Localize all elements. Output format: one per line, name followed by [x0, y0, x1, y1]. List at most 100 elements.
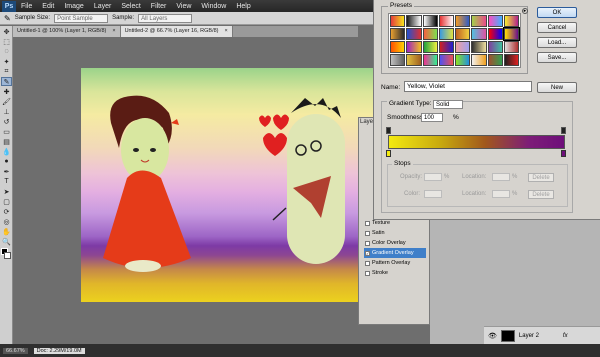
preset-swatch[interactable] [438, 28, 454, 40]
ok-button[interactable]: OK [537, 7, 577, 18]
opacity-stop-left[interactable] [386, 127, 391, 134]
preset-swatch[interactable] [455, 41, 471, 53]
gradient-preview-bar[interactable] [388, 135, 565, 149]
tab-close-icon[interactable]: × [112, 26, 115, 37]
marquee-tool-icon[interactable]: ⬚ [1, 37, 12, 46]
preset-swatch[interactable] [422, 28, 438, 40]
3d-rotate-tool-icon[interactable]: ⟳ [1, 207, 12, 216]
presets-menu-icon[interactable]: ▸ [522, 8, 528, 14]
preset-swatch[interactable] [390, 41, 406, 53]
preset-swatch[interactable] [503, 15, 519, 27]
style-gradient-overlay[interactable]: ✓ Gradient Overlay [364, 248, 426, 258]
blur-tool-icon[interactable]: 💧 [1, 147, 12, 156]
cancel-button[interactable]: Cancel [537, 22, 577, 33]
menu-help[interactable]: Help [231, 3, 255, 10]
gradient-name-input[interactable]: Yellow, Violet [404, 81, 532, 92]
hand-tool-icon[interactable]: ✋ [1, 227, 12, 236]
preset-swatch[interactable] [406, 28, 422, 40]
gradient-overlay-checkbox[interactable]: ✓ [365, 250, 370, 256]
eraser-tool-icon[interactable]: ▭ [1, 127, 12, 136]
menu-view[interactable]: View [171, 3, 196, 10]
preset-swatch[interactable] [455, 15, 471, 27]
preset-swatch[interactable] [390, 28, 406, 40]
tab-untitled-1[interactable]: Untitled-1 @ 100% (Layer 1, RGB/8) × [13, 26, 121, 37]
texture-checkbox[interactable] [365, 220, 370, 226]
preset-swatch[interactable] [471, 28, 487, 40]
preset-swatch[interactable] [455, 54, 471, 66]
3d-orbit-tool-icon[interactable]: ◎ [1, 217, 12, 226]
preset-swatch[interactable] [406, 54, 422, 66]
lasso-tool-icon[interactable]: ◌ [1, 47, 12, 56]
style-satin[interactable]: Satin [364, 228, 426, 238]
pattern-overlay-checkbox[interactable] [365, 260, 370, 266]
type-tool-icon[interactable]: T [1, 177, 12, 186]
tab-untitled-2[interactable]: Untitled-2 @ 66.7% (Layer 16, RGB/8) × [120, 26, 233, 37]
path-select-tool-icon[interactable]: ➤ [1, 187, 12, 196]
opacity-stop-right[interactable] [561, 127, 566, 134]
preset-swatch[interactable] [487, 15, 503, 27]
style-stroke[interactable]: Stroke [364, 268, 426, 278]
preset-swatch[interactable] [487, 54, 503, 66]
color-overlay-checkbox[interactable] [365, 240, 370, 246]
history-brush-icon[interactable]: ↺ [1, 117, 12, 126]
pen-tool-icon[interactable]: ✒ [1, 167, 12, 176]
preset-swatch[interactable] [422, 15, 438, 27]
satin-checkbox[interactable] [365, 230, 370, 236]
menu-image[interactable]: Image [59, 3, 88, 10]
preset-swatch[interactable] [390, 15, 406, 27]
crop-tool-icon[interactable]: ⌗ [1, 67, 12, 76]
preset-swatch[interactable] [406, 41, 422, 53]
visibility-eye-icon[interactable]: 👁 [488, 332, 497, 340]
preset-swatch[interactable] [406, 15, 422, 27]
color-stop-right[interactable] [561, 150, 566, 157]
new-button[interactable]: New [537, 82, 577, 93]
style-color-overlay[interactable]: Color Overlay [364, 238, 426, 248]
preset-swatch[interactable] [438, 54, 454, 66]
preset-swatch[interactable] [422, 41, 438, 53]
style-pattern-overlay[interactable]: Pattern Overlay [364, 258, 426, 268]
preset-swatch[interactable] [422, 54, 438, 66]
sample-select[interactable]: All Layers [138, 13, 193, 23]
layer-fx-icon[interactable]: fx [563, 333, 568, 339]
zoom-level[interactable]: 66.67% [3, 347, 28, 354]
gradient-type-select[interactable]: Solid [433, 100, 463, 109]
stamp-tool-icon[interactable]: ⊥ [1, 107, 12, 116]
preset-swatch[interactable] [471, 15, 487, 27]
eyedropper-icon[interactable]: ✎ [4, 14, 11, 23]
zoom-tool-icon[interactable]: 🔍 [1, 237, 12, 246]
save-button[interactable]: Save... [537, 52, 577, 63]
document-canvas[interactable] [81, 68, 373, 302]
preset-swatch[interactable] [438, 15, 454, 27]
gradient-tool-icon[interactable]: ▤ [1, 137, 12, 146]
background-color-swatch[interactable] [4, 252, 11, 259]
healing-tool-icon[interactable]: ✚ [1, 87, 12, 96]
shape-tool-icon[interactable]: ▢ [1, 197, 12, 206]
smoothness-input[interactable]: 100 [421, 113, 443, 122]
menu-select[interactable]: Select [116, 3, 145, 10]
preset-swatch[interactable] [487, 41, 503, 53]
menu-layer[interactable]: Layer [89, 3, 117, 10]
preset-swatch[interactable] [390, 54, 406, 66]
preset-swatch[interactable] [471, 41, 487, 53]
color-stop-left[interactable] [386, 150, 391, 157]
preset-swatch[interactable] [502, 27, 521, 41]
move-tool-icon[interactable]: ✥ [1, 27, 12, 36]
magic-wand-tool-icon[interactable]: ✦ [1, 57, 12, 66]
preset-swatch[interactable] [503, 54, 519, 66]
preset-swatch[interactable] [471, 54, 487, 66]
menu-file[interactable]: File [16, 3, 37, 10]
menu-filter[interactable]: Filter [146, 3, 172, 10]
preset-swatch[interactable] [438, 41, 454, 53]
stroke-checkbox[interactable] [365, 270, 370, 276]
menu-edit[interactable]: Edit [37, 3, 59, 10]
preset-swatch[interactable] [487, 28, 503, 40]
tab-close-icon[interactable]: × [225, 26, 228, 37]
preset-swatch[interactable] [455, 28, 471, 40]
eyedropper-tool-icon[interactable]: ✎ [1, 77, 12, 86]
dodge-tool-icon[interactable]: ● [1, 157, 12, 166]
load-button[interactable]: Load... [537, 37, 577, 48]
layers-panel-row[interactable]: 👁 Layer 2 fx [484, 326, 600, 344]
sample-size-select[interactable]: Point Sample [54, 13, 109, 23]
preset-swatch[interactable] [503, 41, 519, 53]
brush-tool-icon[interactable]: 🖌 [1, 97, 12, 106]
